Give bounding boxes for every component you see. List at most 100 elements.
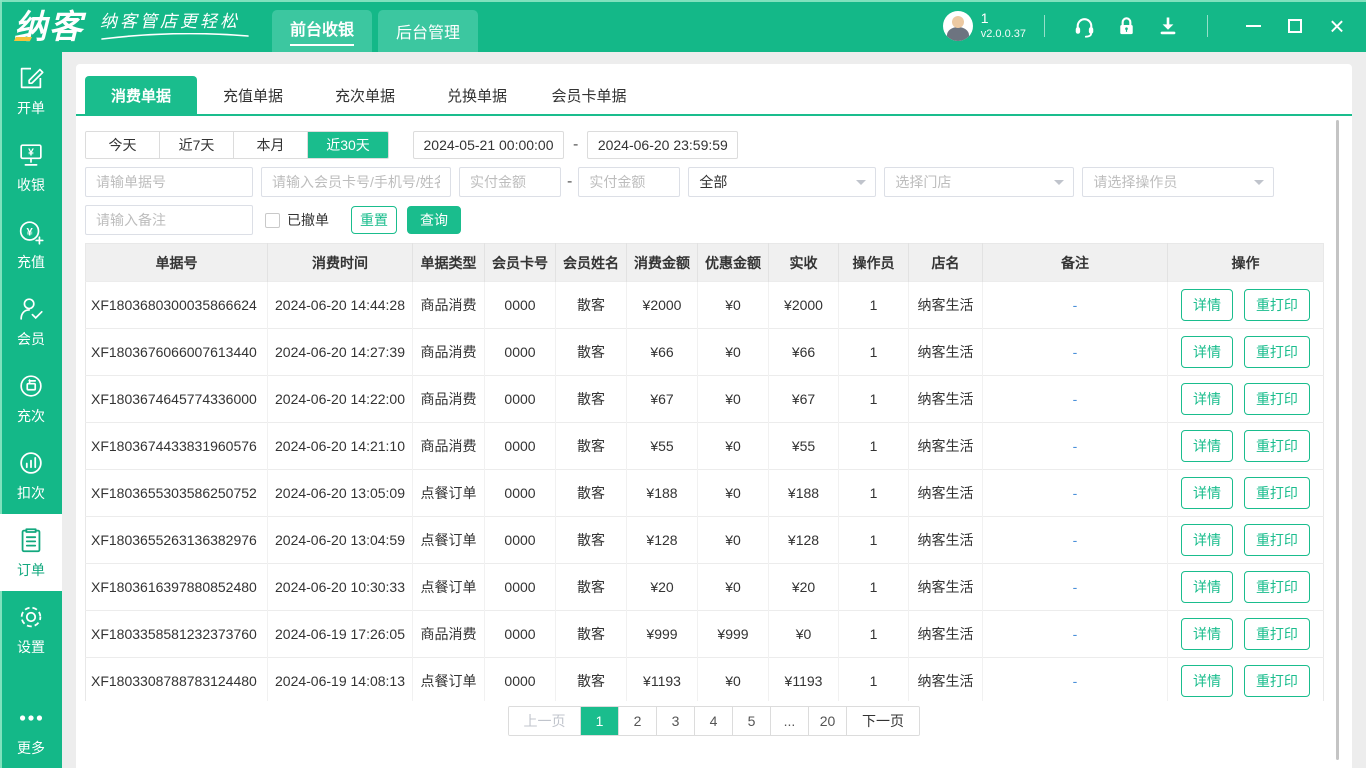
tab-backend-admin[interactable]: 后台管理 — [378, 10, 478, 52]
sidebar-item-open-bill[interactable]: 开单 — [0, 52, 62, 129]
store-select[interactable]: 选择门店 — [884, 167, 1074, 197]
col-store: 店名 — [909, 244, 983, 282]
range-7days-button[interactable]: 近7天 — [160, 132, 234, 158]
settings-icon — [16, 602, 46, 632]
tab-recharge-orders[interactable]: 充值单据 — [197, 76, 309, 114]
detail-button[interactable]: 详情 — [1181, 289, 1233, 321]
amount-max-input[interactable] — [578, 167, 680, 197]
page-4-button[interactable]: 4 — [695, 707, 733, 735]
col-name: 会员姓名 — [556, 244, 627, 282]
reprint-button[interactable]: 重打印 — [1244, 383, 1310, 415]
reprint-button[interactable]: 重打印 — [1244, 524, 1310, 556]
user-avatar[interactable] — [943, 11, 973, 41]
cashier-icon: ¥ — [16, 140, 46, 170]
detail-button[interactable]: 详情 — [1181, 571, 1233, 603]
table-row: XF1803674645774336000 2024-06-20 14:22:0… — [86, 376, 1324, 423]
detail-button[interactable]: 详情 — [1181, 336, 1233, 368]
detail-button[interactable]: 详情 — [1181, 477, 1233, 509]
detail-button[interactable]: 详情 — [1181, 665, 1233, 697]
divider — [1044, 15, 1045, 37]
tab-member-card-orders[interactable]: 会员卡单据 — [533, 76, 645, 114]
range-today-button[interactable]: 今天 — [86, 132, 160, 158]
col-type: 单据类型 — [413, 244, 485, 282]
detail-button[interactable]: 详情 — [1181, 430, 1233, 462]
quick-range-group: 今天 近7天 本月 近30天 — [85, 131, 389, 159]
close-icon[interactable]: × — [1322, 11, 1352, 41]
sidebar-item-add-times[interactable]: 充次 — [0, 360, 62, 437]
col-order-no: 单据号 — [86, 244, 268, 282]
revoked-checkbox[interactable] — [265, 213, 280, 228]
date-from-input[interactable] — [413, 131, 564, 159]
orders-table: 单据号 消费时间 单据类型 会员卡号 会员姓名 消费金额 优惠金额 实收 操作员… — [85, 243, 1324, 701]
table-row: XF1803655263136382976 2024-06-20 13:04:5… — [86, 517, 1324, 564]
reprint-button[interactable]: 重打印 — [1244, 336, 1310, 368]
next-page-button[interactable]: 下一页 — [847, 707, 919, 735]
page-ellipsis[interactable]: ... — [771, 707, 809, 735]
tab-front-cashier[interactable]: 前台收银 — [272, 10, 372, 52]
page-1-button[interactable]: 1 — [581, 707, 619, 735]
titlebar-right: 1 v2.0.0.37 — [943, 10, 1352, 41]
chevron-down-icon — [1254, 180, 1264, 190]
orders-icon — [16, 525, 46, 555]
reprint-button[interactable]: 重打印 — [1244, 289, 1310, 321]
tab-exchange-orders[interactable]: 兑换单据 — [421, 76, 533, 114]
range-month-button[interactable]: 本月 — [234, 132, 308, 158]
sidebar-item-cashier[interactable]: ¥ 收银 — [0, 129, 62, 206]
operator-select[interactable]: 请选择操作员 — [1082, 167, 1274, 197]
svg-text:¥: ¥ — [26, 226, 33, 238]
pager: 上一页 1 2 3 4 5 ... 20 下一页 — [508, 706, 920, 736]
titlebar: 纳客 纳客管店更轻松 前台收银 后台管理 1 v2.0.0.37 — [0, 0, 1366, 52]
tab-consume-orders[interactable]: 消费单据 — [85, 76, 197, 114]
prev-page-button[interactable]: 上一页 — [509, 707, 581, 735]
download-icon[interactable] — [1155, 13, 1181, 39]
table-row: XF1803676066007613440 2024-06-20 14:27:3… — [86, 329, 1324, 376]
lock-icon[interactable] — [1113, 13, 1139, 39]
svg-text:¥: ¥ — [28, 148, 34, 159]
order-type-select[interactable]: 全部 — [688, 167, 876, 197]
deduct-times-icon — [16, 448, 46, 478]
sidebar-item-settings[interactable]: 设置 — [0, 591, 62, 668]
slogan-underline — [100, 33, 250, 41]
date-range-dash: - — [573, 136, 578, 154]
vertical-scrollbar[interactable] — [1336, 120, 1339, 760]
pagination: 上一页 1 2 3 4 5 ... 20 下一页 — [76, 706, 1352, 736]
detail-button[interactable]: 详情 — [1181, 618, 1233, 650]
col-time: 消费时间 — [268, 244, 413, 282]
reprint-button[interactable]: 重打印 — [1244, 430, 1310, 462]
range-30days-button[interactable]: 近30天 — [308, 132, 388, 158]
reprint-button[interactable]: 重打印 — [1244, 618, 1310, 650]
remark-input[interactable] — [85, 205, 253, 235]
sidebar-item-deduct-times[interactable]: 扣次 — [0, 437, 62, 514]
sidebar-item-more[interactable]: 更多 — [0, 700, 62, 760]
reprint-button[interactable]: 重打印 — [1244, 477, 1310, 509]
reprint-button[interactable]: 重打印 — [1244, 665, 1310, 697]
member-search-input[interactable] — [261, 167, 451, 197]
maximize-icon[interactable] — [1280, 11, 1310, 41]
page-20-button[interactable]: 20 — [809, 707, 847, 735]
search-button[interactable]: 查询 — [407, 206, 461, 234]
filter-row-date: 今天 近7天 本月 近30天 - — [85, 131, 1343, 159]
tab-times-orders[interactable]: 充次单据 — [309, 76, 421, 114]
detail-button[interactable]: 详情 — [1181, 524, 1233, 556]
support-icon[interactable] — [1071, 13, 1097, 39]
page-3-button[interactable]: 3 — [657, 707, 695, 735]
minimize-icon[interactable] — [1238, 11, 1268, 41]
app-version: v2.0.0.37 — [981, 28, 1026, 42]
mode-tabs: 前台收银 后台管理 — [272, 10, 478, 52]
col-actions: 操作 — [1168, 244, 1324, 282]
sidebar-item-recharge[interactable]: ¥ 充值 — [0, 206, 62, 283]
sidebar-item-orders[interactable]: 订单 — [0, 514, 62, 591]
sidebar-item-member[interactable]: 会员 — [0, 283, 62, 360]
reset-button[interactable]: 重置 — [351, 206, 397, 234]
reprint-button[interactable]: 重打印 — [1244, 571, 1310, 603]
page-2-button[interactable]: 2 — [619, 707, 657, 735]
amount-min-input[interactable] — [459, 167, 561, 197]
detail-button[interactable]: 详情 — [1181, 383, 1233, 415]
page-5-button[interactable]: 5 — [733, 707, 771, 735]
filter-row-actions: 已撤单 重置 查询 — [85, 205, 1343, 235]
table-header-row: 单据号 消费时间 单据类型 会员卡号 会员姓名 消费金额 优惠金额 实收 操作员… — [86, 244, 1324, 282]
col-operator: 操作员 — [839, 244, 909, 282]
order-no-input[interactable] — [85, 167, 253, 197]
table-row: XF1803655303586250752 2024-06-20 13:05:0… — [86, 470, 1324, 517]
date-to-input[interactable] — [587, 131, 738, 159]
